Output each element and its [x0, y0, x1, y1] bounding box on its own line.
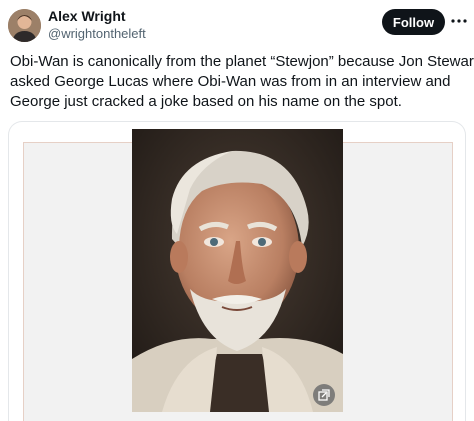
more-horizontal-icon[interactable] [450, 13, 468, 23]
tweet-text: Obi-Wan is canonically from the planet “… [10, 52, 474, 112]
tweet-text-line: George just cracked a joke based on his … [10, 93, 402, 110]
author-handle[interactable]: @wrightontheleft [48, 26, 146, 41]
avatar[interactable] [8, 9, 41, 42]
tweet-text-line: Obi-Wan is canonically from the planet “… [10, 53, 474, 70]
tweet: Alex Wright @wrightontheleft Follow Obi-… [0, 0, 474, 421]
portrait-photo[interactable] [132, 129, 343, 412]
tweet-text-line: asked George Lucas where Obi-Wan was fro… [10, 73, 451, 90]
author-name[interactable]: Alex Wright [48, 8, 126, 24]
expand-image-icon[interactable] [313, 384, 335, 406]
avatar-image [8, 9, 41, 42]
follow-button[interactable]: Follow [382, 9, 445, 35]
portrait-image [132, 129, 343, 412]
